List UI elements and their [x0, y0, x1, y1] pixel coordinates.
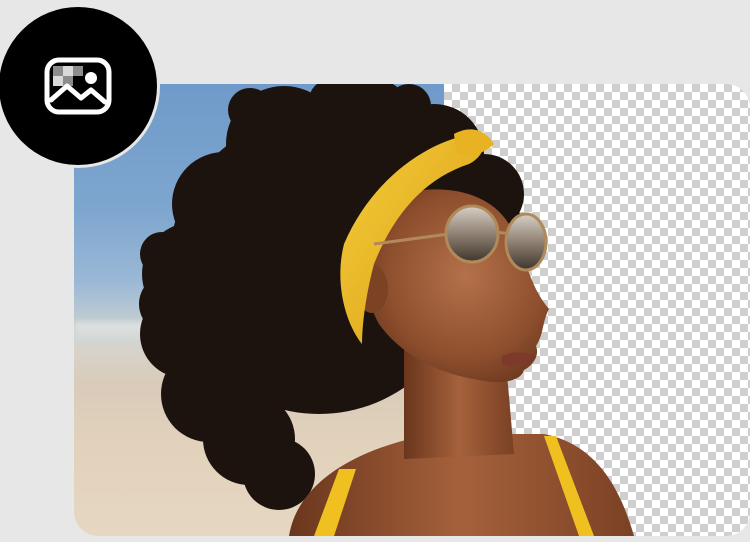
portrait-subject — [139, 84, 634, 536]
background-removal-preview — [74, 84, 750, 536]
headband-knot — [454, 129, 494, 155]
image-badge — [0, 4, 160, 168]
image-icon — [44, 57, 112, 115]
